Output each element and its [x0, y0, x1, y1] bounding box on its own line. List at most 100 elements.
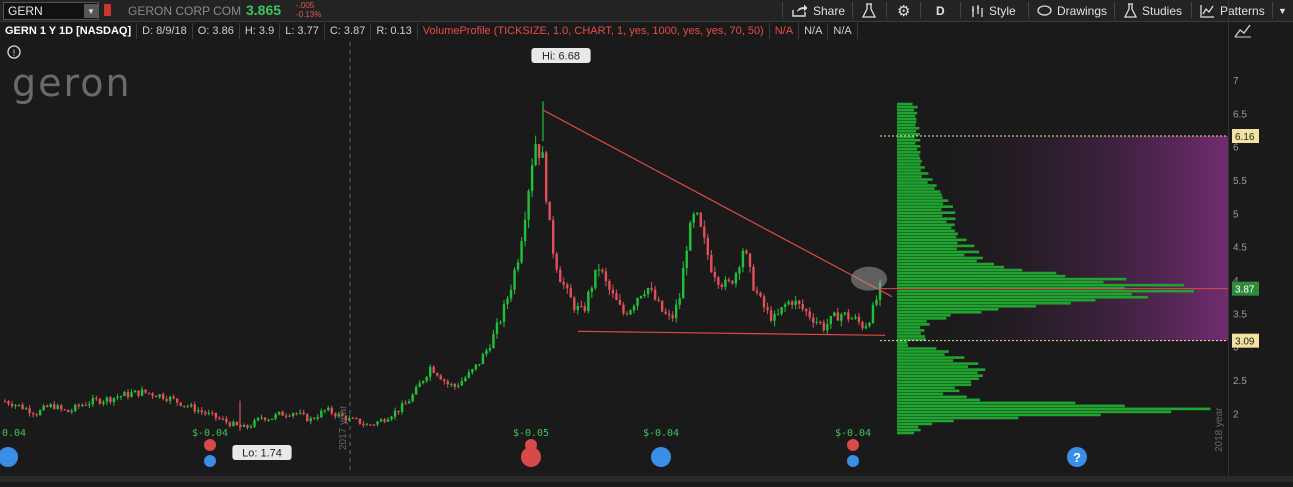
candle-body	[439, 375, 442, 380]
profile-bar	[897, 289, 1194, 293]
candle-body	[646, 287, 650, 295]
earnings-bulb-icon[interactable]	[204, 455, 216, 467]
last-price: 3.865	[246, 2, 282, 18]
earnings-bulb-icon[interactable]	[521, 447, 541, 467]
study-label[interactable]: VolumeProfile (TICKSIZE, 1.0, CHART, 1, …	[418, 23, 770, 39]
profile-bar	[897, 196, 943, 199]
share-button[interactable]: Share	[792, 0, 845, 21]
profile-bar	[897, 395, 967, 399]
candle-body	[583, 306, 587, 312]
toolbar-divider	[920, 2, 921, 19]
candle-body	[689, 222, 692, 251]
candle-body	[766, 307, 769, 311]
earnings-bulb-icon[interactable]	[847, 455, 859, 467]
candle-body	[836, 312, 840, 321]
settings-button[interactable]: ⚙	[897, 0, 910, 21]
candle-body	[302, 412, 305, 414]
candle-body	[671, 314, 674, 319]
earnings-value: $-0.05	[513, 428, 549, 439]
candle-body	[667, 313, 671, 315]
toolbar-divider	[782, 2, 783, 19]
candle-body	[112, 397, 116, 403]
dividend-icon[interactable]	[847, 439, 859, 451]
earnings-bulb-icon[interactable]	[651, 447, 671, 467]
drawings-button[interactable]: Drawings	[1037, 0, 1107, 21]
profile-bar	[897, 410, 1172, 414]
candle-body	[137, 390, 140, 396]
profile-bar	[897, 262, 994, 266]
profile-bar	[897, 356, 965, 359]
price-tick: 6	[1233, 143, 1239, 154]
aggregation-button[interactable]: D	[936, 0, 945, 21]
candle-body	[407, 401, 411, 404]
candle-body	[351, 418, 355, 420]
candle-body	[397, 410, 400, 413]
profile-bar	[897, 317, 947, 320]
candle-body	[330, 407, 334, 414]
lo-label-text: Lo: 1.74	[242, 448, 282, 460]
info-range: R: 0.13	[371, 23, 418, 39]
candle-body	[513, 269, 516, 290]
candle-body	[221, 418, 225, 420]
candle-body	[42, 405, 45, 411]
price-tick: 5.5	[1233, 176, 1247, 187]
candle-body	[235, 421, 239, 426]
candle-body	[404, 403, 407, 405]
candle-body	[228, 422, 232, 427]
price-chart[interactable]: 2017 year 2018 year geron! Hi: 6.68 Lo: 1.7…	[0, 40, 1230, 480]
profile-bar	[897, 187, 935, 190]
flask-button[interactable]	[862, 0, 876, 21]
profile-bar	[897, 138, 921, 142]
chart-type-icon[interactable]	[1234, 24, 1252, 38]
profile-bar	[897, 389, 960, 393]
symbol-dropdown-icon[interactable]: ▼	[84, 4, 98, 18]
candle-body	[291, 413, 295, 416]
candle-body	[10, 404, 14, 407]
patterns-icon	[1200, 4, 1214, 18]
price-change-value: -.005	[296, 1, 315, 10]
profile-bar	[897, 223, 955, 227]
candle-body	[429, 366, 432, 377]
price-tick: 6.5	[1233, 109, 1247, 120]
profile-bar	[897, 102, 913, 106]
candle-body	[537, 144, 541, 159]
flag-icon[interactable]	[104, 4, 111, 16]
candle-body	[826, 324, 829, 331]
candle-body	[38, 410, 42, 416]
candle-body	[249, 426, 253, 428]
price-axis[interactable]: 2 2.5 3 3.5 4 4.5 5 5.5 6 6.5 7 6.16 3.09 3.87	[1228, 0, 1293, 482]
profile-bar	[897, 256, 983, 260]
toolbar-divider	[960, 2, 961, 19]
candle-body	[383, 419, 386, 422]
dividend-icon[interactable]	[204, 439, 216, 451]
candle-body	[207, 412, 211, 414]
profile-bar	[897, 416, 1019, 420]
candle-body	[418, 383, 421, 387]
candle-body	[615, 293, 618, 300]
profile-bar	[897, 120, 917, 124]
year-label: 2018 year	[1214, 407, 1225, 452]
profile-bar	[897, 404, 1125, 408]
profile-bar	[897, 145, 921, 148]
studies-icon	[1124, 3, 1137, 18]
resistance-trendline	[542, 109, 893, 298]
candle-body	[787, 301, 790, 305]
candle-body	[183, 405, 186, 407]
profile-bar	[897, 277, 1127, 281]
candle-body	[601, 269, 604, 272]
candle-body	[562, 282, 565, 285]
earnings-bulb-icon[interactable]	[0, 447, 18, 467]
bottom-status-strip	[0, 476, 1293, 482]
candle-body	[745, 250, 748, 254]
candle-body	[140, 389, 144, 396]
style-button[interactable]: Style	[971, 0, 1016, 21]
study-na: N/A	[770, 23, 800, 39]
studies-button[interactable]: Studies	[1124, 0, 1182, 21]
candle-body	[569, 288, 572, 298]
profile-bar	[897, 320, 927, 323]
symbol-input[interactable]: GERN ▼	[3, 2, 99, 20]
candle-body	[499, 321, 502, 323]
candle-body	[298, 412, 302, 414]
candle-body	[154, 395, 158, 398]
price-tick: 3.5	[1233, 309, 1247, 320]
